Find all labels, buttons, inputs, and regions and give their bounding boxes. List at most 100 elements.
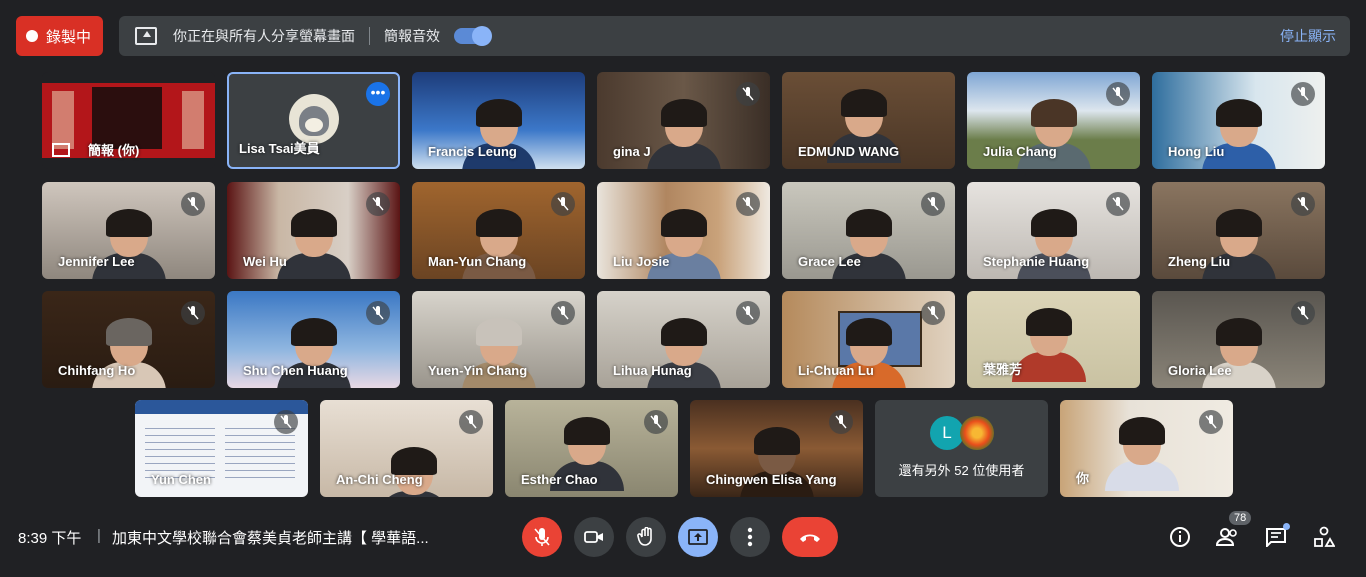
tile-name: Jennifer Lee: [58, 254, 135, 269]
avatar: L: [930, 416, 964, 450]
participant-tile-man-yun-chang[interactable]: Man-Yun Chang: [412, 182, 585, 279]
more-options-icon[interactable]: •••: [366, 82, 390, 106]
participant-video: [646, 99, 721, 169]
hang-up-icon: [800, 534, 820, 542]
presentation-audio-label: 簡報音效: [384, 28, 440, 44]
unread-dot: [1283, 523, 1290, 530]
microphone-off-icon: [921, 301, 945, 325]
share-message: 你正在與所有人分享螢幕畫面: [173, 28, 355, 44]
participant-tile-edmund-wang[interactable]: EDMUND WANG: [782, 72, 955, 169]
others-label: 還有另外 52 位使用者: [898, 463, 1025, 478]
presentation-audio-toggle[interactable]: [454, 26, 492, 46]
tile-name: Shu Chen Huang: [243, 363, 348, 378]
raise-hand-icon: [637, 527, 652, 546]
microphone-off-icon: [551, 192, 575, 216]
shapes-icon: [1314, 526, 1335, 547]
meeting-title: 加東中文學校聯合會蔡美貞老師主講【 學華語...: [112, 530, 429, 547]
microphone-off-icon: [551, 301, 575, 325]
participant-tile-self[interactable]: 你: [1060, 400, 1233, 497]
recording-dot-icon: [26, 30, 38, 42]
others-tile[interactable]: L 還有另外 52 位使用者: [875, 400, 1048, 497]
participant-tile-grace-lee[interactable]: Grace Lee: [782, 182, 955, 279]
microphone-off-icon: [366, 301, 390, 325]
recording-indicator[interactable]: 錄製中: [16, 16, 103, 56]
tile-name: Gloria Lee: [1168, 363, 1232, 378]
participant-tile-zheng-liu[interactable]: Zheng Liu: [1152, 182, 1325, 279]
avatar: [289, 94, 339, 144]
microphone-off-icon: [181, 192, 205, 216]
microphone-off-icon: [736, 192, 760, 216]
microphone-off-icon: [829, 410, 853, 434]
tile-name: Li-Chuan Lu: [798, 363, 874, 378]
participant-tile-yun-chen[interactable]: Yun Chen: [135, 400, 308, 497]
screen-share-banner: 你正在與所有人分享螢幕畫面 簡報音效 停止顯示: [119, 16, 1350, 56]
tile-name: Grace Lee: [798, 254, 861, 269]
participant-tile-yuen-yin-chang[interactable]: Yuen-Yin Chang: [412, 291, 585, 388]
info-icon: [1170, 527, 1190, 547]
recording-label: 錄製中: [46, 28, 92, 46]
microphone-off-icon: [736, 301, 760, 325]
meeting-controls-bar: 8:39 下午 | 加東中文學校聯合會蔡美貞老師主講【 學華語... 78: [0, 507, 1366, 577]
participant-tile-esther-chao[interactable]: Esther Chao: [505, 400, 678, 497]
participant-tile-stephanie-huang[interactable]: Stephanie Huang: [967, 182, 1140, 279]
tile-name: Chihfang Ho: [58, 363, 136, 378]
microphone-off-icon: [1199, 410, 1223, 434]
tile-name: 簡報 (你): [88, 143, 140, 158]
microphone-off-icon: [459, 410, 483, 434]
tile-name: Francis Leung: [428, 144, 517, 159]
chat-button[interactable]: [1264, 523, 1290, 549]
clock: 8:39 下午: [18, 530, 82, 547]
participant-tile-gloria-lee[interactable]: Gloria Lee: [1152, 291, 1325, 388]
present-now-button[interactable]: [678, 517, 718, 557]
participant-tile-liu-josie[interactable]: Liu Josie: [597, 182, 770, 279]
participant-tile-hong-liu[interactable]: Hong Liu: [1152, 72, 1325, 169]
tile-name: Julia Chang: [983, 144, 1057, 159]
tile-name: Chingwen Elisa Yang: [706, 472, 837, 487]
participant-tile-shu-chen-huang[interactable]: Shu Chen Huang: [227, 291, 400, 388]
leave-call-button[interactable]: [782, 517, 838, 557]
chat-icon: [1266, 528, 1286, 547]
meeting-details-button[interactable]: [1168, 525, 1192, 549]
tile-name: Liu Josie: [613, 254, 670, 269]
microphone-off-icon: [1106, 82, 1130, 106]
tile-name: Man-Yun Chang: [428, 254, 527, 269]
tile-name: gina J: [613, 144, 651, 159]
activities-button[interactable]: [1312, 525, 1336, 549]
microphone-off-icon: [534, 528, 550, 546]
microphone-off-icon: [274, 410, 298, 434]
participant-video: [1011, 308, 1086, 388]
more-vert-icon: [747, 527, 753, 547]
participant-tile-ye-ya-fang[interactable]: 葉雅芳: [967, 291, 1140, 388]
more-options-button[interactable]: [730, 517, 770, 557]
participant-tile-gina[interactable]: gina J: [597, 72, 770, 169]
participant-tile-lihua-hunag[interactable]: Lihua Hunag: [597, 291, 770, 388]
raise-hand-button[interactable]: [626, 517, 666, 557]
participant-tile-julia-chang[interactable]: Julia Chang: [967, 72, 1140, 169]
stop-presenting-button[interactable]: 停止顯示: [1280, 26, 1336, 46]
participant-tile-chingwen-elisa-yang[interactable]: Chingwen Elisa Yang: [690, 400, 863, 497]
presentation-tile[interactable]: 簡報 (你): [42, 72, 215, 169]
participant-tile-jennifer-lee[interactable]: Jennifer Lee: [42, 182, 215, 279]
avatar: [960, 416, 994, 450]
participant-tile-francis-leung[interactable]: Francis Leung: [412, 72, 585, 169]
participant-tile-li-chuan-lu[interactable]: Li-Chuan Lu: [782, 291, 955, 388]
participant-tile-lisa-tsai[interactable]: ••• Lisa Tsai美員: [227, 72, 400, 169]
participant-tile-an-chi-cheng[interactable]: An-Chi Cheng: [320, 400, 493, 497]
tile-name: Zheng Liu: [1168, 254, 1231, 269]
tile-name: Yun Chen: [151, 472, 211, 487]
microphone-off-icon: [736, 82, 760, 106]
people-button[interactable]: [1216, 525, 1240, 549]
microphone-off-icon: [366, 192, 390, 216]
tile-name: Lihua Hunag: [613, 363, 692, 378]
tile-name: Wei Hu: [243, 254, 287, 269]
camera-toggle-button[interactable]: [574, 517, 614, 557]
tile-name: Stephanie Huang: [983, 254, 1090, 269]
microphone-off-icon: [644, 410, 668, 434]
divider: [369, 27, 370, 45]
microphone-off-icon: [1291, 192, 1315, 216]
tile-name: Lisa Tsai美員: [239, 141, 320, 156]
microphone-toggle-button[interactable]: [522, 517, 562, 557]
tile-name: 你: [1076, 471, 1090, 486]
participant-tile-wei-hu[interactable]: Wei Hu: [227, 182, 400, 279]
participant-tile-chihfang-ho[interactable]: Chihfang Ho: [42, 291, 215, 388]
